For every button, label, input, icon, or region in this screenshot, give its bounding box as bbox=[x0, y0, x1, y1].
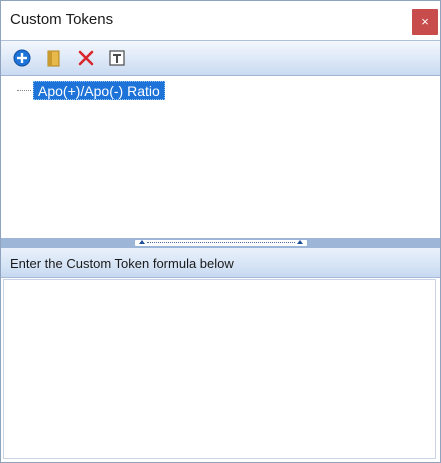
close-button[interactable]: × bbox=[412, 9, 438, 35]
tree-item-apo-ratio[interactable]: Apo(+)/Apo(-) Ratio bbox=[33, 81, 165, 100]
title-bar: Custom Tokens × bbox=[1, 1, 440, 40]
text-t-icon bbox=[109, 50, 125, 66]
grip-dots bbox=[147, 242, 295, 243]
text-format-button[interactable] bbox=[108, 49, 126, 67]
delete-token-button[interactable] bbox=[77, 49, 95, 67]
tree-connector bbox=[17, 90, 31, 91]
token-tree[interactable]: Apo(+)/Apo(-) Ratio bbox=[1, 76, 440, 238]
close-icon: × bbox=[421, 14, 429, 29]
custom-tokens-window: Custom Tokens × Apo(+)/Apo(-) Ratio Ente… bbox=[0, 0, 441, 463]
toolbar bbox=[1, 40, 440, 76]
folder-icon bbox=[47, 50, 60, 67]
formula-input[interactable] bbox=[3, 279, 436, 459]
red-x-icon bbox=[78, 50, 94, 66]
add-token-button[interactable] bbox=[13, 49, 31, 67]
panel-splitter[interactable] bbox=[1, 238, 440, 248]
window-title: Custom Tokens bbox=[10, 11, 114, 28]
expand-up-arrow-icon[interactable] bbox=[297, 240, 303, 244]
splitter-grip[interactable] bbox=[135, 240, 307, 246]
formula-header: Enter the Custom Token formula below bbox=[1, 248, 440, 278]
plus-circle-icon bbox=[13, 49, 31, 67]
formula-header-label: Enter the Custom Token formula below bbox=[10, 256, 234, 271]
open-token-button[interactable] bbox=[45, 49, 63, 67]
collapse-up-arrow-icon[interactable] bbox=[139, 240, 145, 244]
